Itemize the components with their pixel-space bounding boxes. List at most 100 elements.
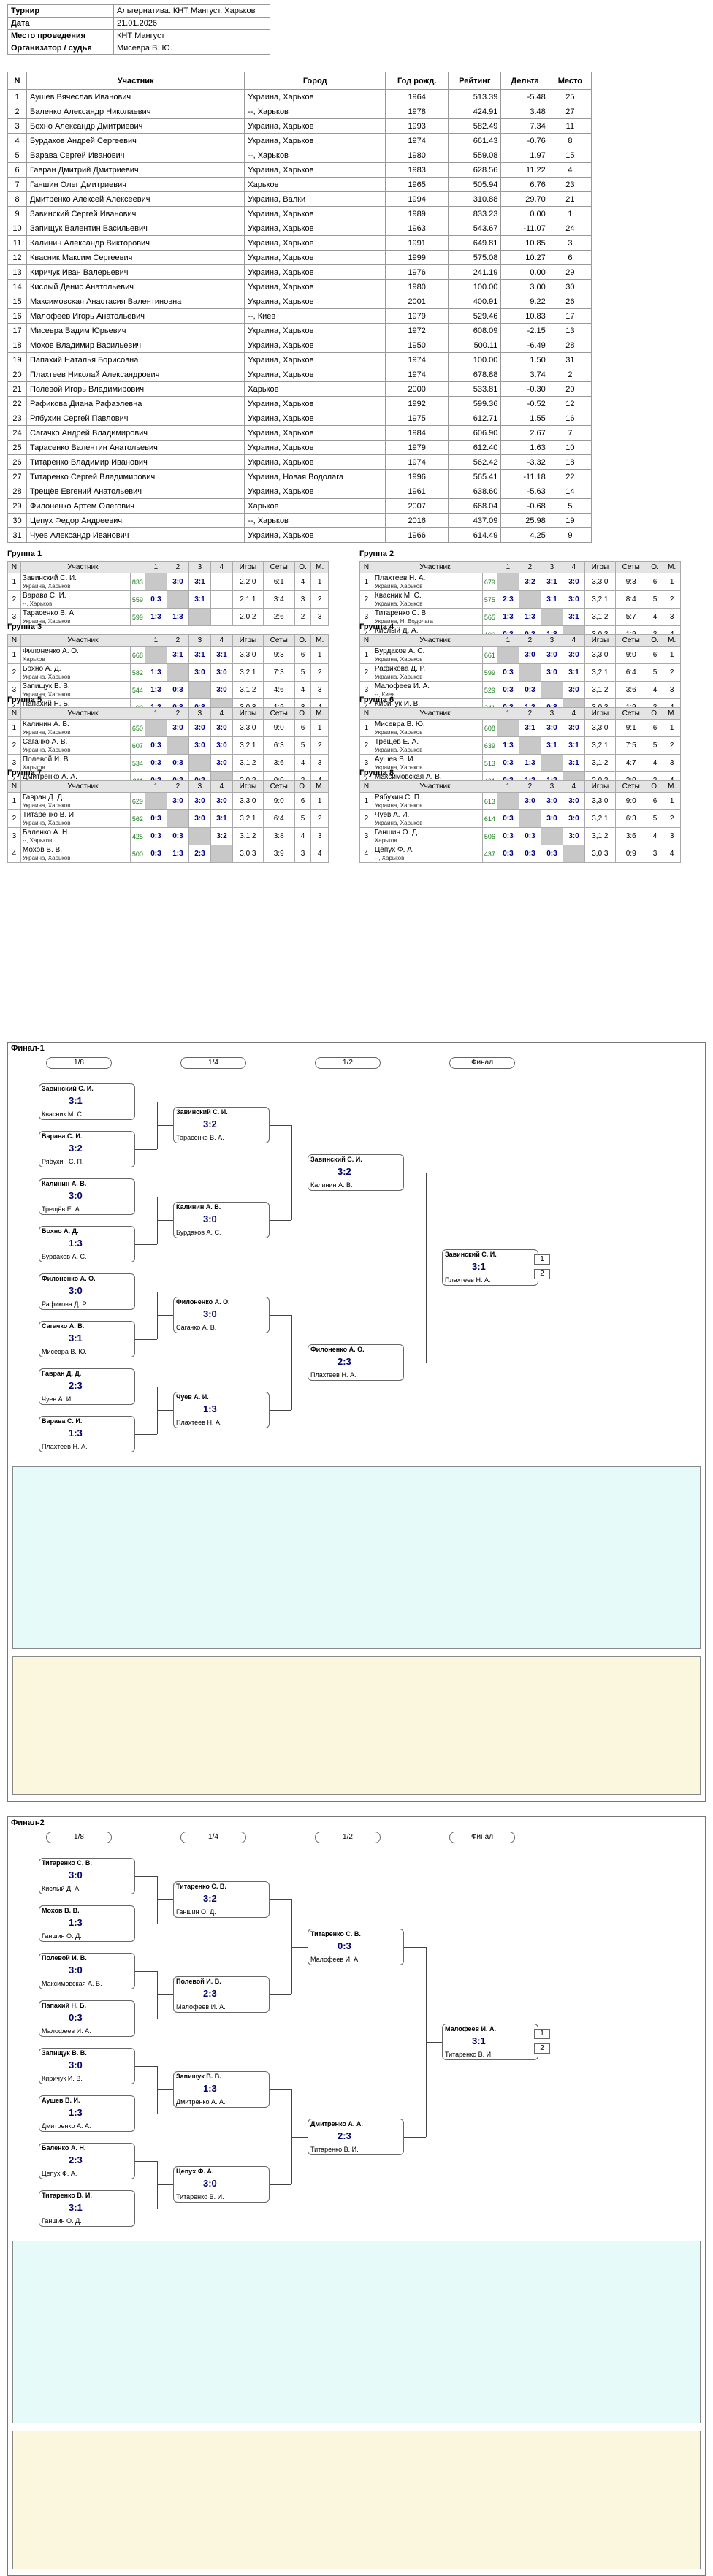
player-cell: 1984 bbox=[385, 425, 449, 441]
match-box[interactable]: Филоненко А. О. 3:0 Сагачко А. В. bbox=[173, 1297, 270, 1333]
match-box[interactable]: Дмитренко А. А. 2:3 Титаренко В. И. bbox=[308, 2119, 404, 2155]
bracket-line bbox=[426, 2042, 442, 2043]
match-score: 3:0 bbox=[540, 719, 563, 737]
place: 2 bbox=[310, 809, 329, 828]
player-cell: 1966 bbox=[385, 527, 449, 543]
match-box[interactable]: Полевой И. В. 2:3 Малофеев И. А. bbox=[173, 1976, 270, 2013]
match-box[interactable]: Чуев А. И. 1:3 Плахтеев Н. А. bbox=[173, 1392, 270, 1428]
column-header: Год рожд. bbox=[385, 72, 449, 90]
player-rating: 506 bbox=[481, 827, 497, 845]
match-box[interactable]: Титаренко С. В. 3:2 Ганшин О. Д. bbox=[173, 1881, 270, 1918]
group-column-header: 3 bbox=[540, 780, 563, 793]
place: 2 bbox=[310, 590, 329, 609]
match-box[interactable]: Запищук В. В. 3:0 Киричук И. В. bbox=[39, 2047, 135, 2084]
group-column-header: Игры bbox=[232, 780, 264, 793]
match-box[interactable]: Варава С. И. 1:3 Плахтеев Н. А. bbox=[39, 1415, 135, 1452]
round-label: 1/4 bbox=[180, 1832, 246, 1843]
player-cell: 638.60 bbox=[448, 484, 502, 499]
player-cell: 1979 bbox=[385, 308, 449, 324]
group-column-header: М. bbox=[310, 561, 329, 573]
match-box[interactable]: Варава С. И. 3:2 Рябухин С. П. bbox=[39, 1130, 135, 1167]
match-box[interactable]: Завинский С. И. 3:1 Квасник М. С. bbox=[39, 1083, 135, 1120]
opponent-name: Сагачко А. В. bbox=[176, 1324, 217, 1331]
match-score: 0:3 bbox=[338, 1940, 351, 1951]
match-box[interactable]: Калинин А. В. 3:0 Трещёв Е. А. bbox=[39, 1178, 135, 1215]
match-box[interactable]: Филоненко А. О. 3:0 Рафикова Д. Р. bbox=[39, 1273, 135, 1310]
points: 6 bbox=[646, 573, 664, 591]
seed-number: 2 bbox=[359, 590, 373, 609]
group-column-header: М. bbox=[663, 561, 681, 573]
player-cell: 21 bbox=[7, 381, 27, 397]
games-count: 3,3,0 bbox=[584, 792, 616, 810]
match-box[interactable]: Гавран Д. Д. 2:3 Чуев А. И. bbox=[39, 1368, 135, 1405]
match-box[interactable]: Аушев В. И. 1:3 Дмитренко А. А. bbox=[39, 2095, 135, 2132]
match-box[interactable]: Филоненко А. О. 2:3 Плахтеев Н. А. bbox=[308, 1344, 404, 1381]
games-count: 3,2,1 bbox=[232, 736, 264, 755]
group-column-header: 3 bbox=[188, 561, 211, 573]
player-cell: Украина, Харьков bbox=[244, 440, 386, 455]
group-column-header: Игры bbox=[232, 634, 264, 647]
group-column-header: М. bbox=[310, 707, 329, 720]
player-cell: -0.76 bbox=[500, 133, 549, 148]
match-box[interactable]: Мохов В. В. 1:3 Ганшин О. Д. bbox=[39, 1905, 135, 1942]
match-box[interactable]: Завинский С. И. 3:2 Калинин А. В. bbox=[308, 1154, 404, 1191]
group-column-header: О. bbox=[646, 707, 664, 720]
match-box[interactable]: Завинский С. И. 3:1 Плахтеев Н. А. bbox=[442, 1249, 538, 1286]
match-box[interactable]: Цепух Ф. А. 3:0 Титаренко В. И. bbox=[173, 2166, 270, 2203]
match-box[interactable]: Папахий Н. Б. 0:3 Малофеев И. А. bbox=[39, 2000, 135, 2037]
diagonal-cell bbox=[144, 646, 167, 664]
group-column-header: 1 bbox=[496, 561, 519, 573]
games-count: 3,2,1 bbox=[584, 809, 616, 828]
match-score: 3:0 bbox=[210, 719, 233, 737]
group-column-header: 1 bbox=[144, 707, 167, 720]
place: 2 bbox=[310, 663, 329, 682]
group-row: 2 Титаренко В. И. Украина, Харьков 562 0:3 3:… bbox=[7, 809, 329, 828]
match-score: 3:1 bbox=[210, 809, 233, 828]
group-column-header: Сеты bbox=[262, 707, 295, 720]
match-box[interactable]: Бохно А. Д. 1:3 Бурдаков А. С. bbox=[39, 1225, 135, 1262]
opponent-name: Плахтеев Н. А. bbox=[310, 1371, 356, 1379]
diagonal-cell bbox=[166, 590, 189, 609]
player-cell: 1974 bbox=[385, 367, 449, 382]
match-box[interactable]: Сагачко А. В. 3:1 Мисевра В. Ю. bbox=[39, 1320, 135, 1357]
match-score: 3:1 bbox=[540, 590, 563, 609]
match-score: 3:0 bbox=[562, 827, 585, 845]
player-name-text: Рябухин С. П. bbox=[374, 793, 422, 801]
bracket-line bbox=[135, 1433, 157, 1435]
match-score: 1:3 bbox=[166, 845, 189, 863]
match-box[interactable]: Калинин А. В. 3:0 Бурдаков А. С. bbox=[173, 1202, 270, 1238]
match-score: 3:0 bbox=[562, 809, 585, 828]
points: 5 bbox=[646, 809, 664, 828]
group-title: Группа 1 bbox=[7, 549, 42, 558]
games-count: 2,2,0 bbox=[232, 573, 264, 591]
player-cell: Чуев Александр Иванович bbox=[26, 527, 245, 543]
player-cell: 100.00 bbox=[448, 352, 502, 367]
match-score: 3:0 bbox=[166, 719, 189, 737]
group-column-header: М. bbox=[663, 634, 681, 647]
match-box[interactable]: Малофеев И. А. 3:1 Титаренко В. И. bbox=[442, 2024, 538, 2060]
match-box[interactable]: Титаренко С. В. 0:3 Малофеев И. А. bbox=[308, 1929, 404, 1965]
player-row: 28 Трещёв Евгений Анатольевич Украина, Хар… bbox=[7, 484, 592, 499]
group-column-header: О. bbox=[294, 707, 312, 720]
seed-number: 1 bbox=[359, 719, 373, 737]
player-cell: 28 bbox=[548, 338, 592, 353]
match-score: 1:3 bbox=[69, 2106, 83, 2118]
player-cell: 1.50 bbox=[500, 352, 549, 367]
match-box[interactable]: Титаренко В. И. 3:1 Ганшин О. Д. bbox=[39, 2190, 135, 2227]
group-row: 2 Трещёв Е. А. Украина, Харьков 639 1:3 3:1 3:… bbox=[359, 736, 681, 755]
group-column-header: О. bbox=[646, 561, 664, 573]
place: 4 bbox=[310, 845, 329, 863]
group-column-header: 2 bbox=[518, 561, 541, 573]
match-box[interactable]: Завинский С. И. 3:2 Тарасенко В. А. bbox=[173, 1107, 270, 1143]
match-score: 3:0 bbox=[210, 736, 233, 755]
player-cell: 31 bbox=[548, 352, 592, 367]
match-box[interactable]: Баленко А. Н. 2:3 Цепух Ф. А. bbox=[39, 2142, 135, 2179]
match-box[interactable]: Запищук В. В. 1:3 Дмитренко А. А. bbox=[173, 2071, 270, 2108]
match-box[interactable]: Полевой И. В. 3:0 Максимовская А. В. bbox=[39, 1952, 135, 1989]
player-cell: 1 bbox=[548, 206, 592, 221]
sets-count: 6:3 bbox=[262, 736, 295, 755]
match-box[interactable]: Титаренко С. В. 3:0 Кислый Д. А. bbox=[39, 1857, 135, 1894]
group-column-header: Сеты bbox=[262, 561, 295, 573]
player-cell: 23 bbox=[548, 177, 592, 192]
sets-count: 6:4 bbox=[262, 809, 295, 828]
